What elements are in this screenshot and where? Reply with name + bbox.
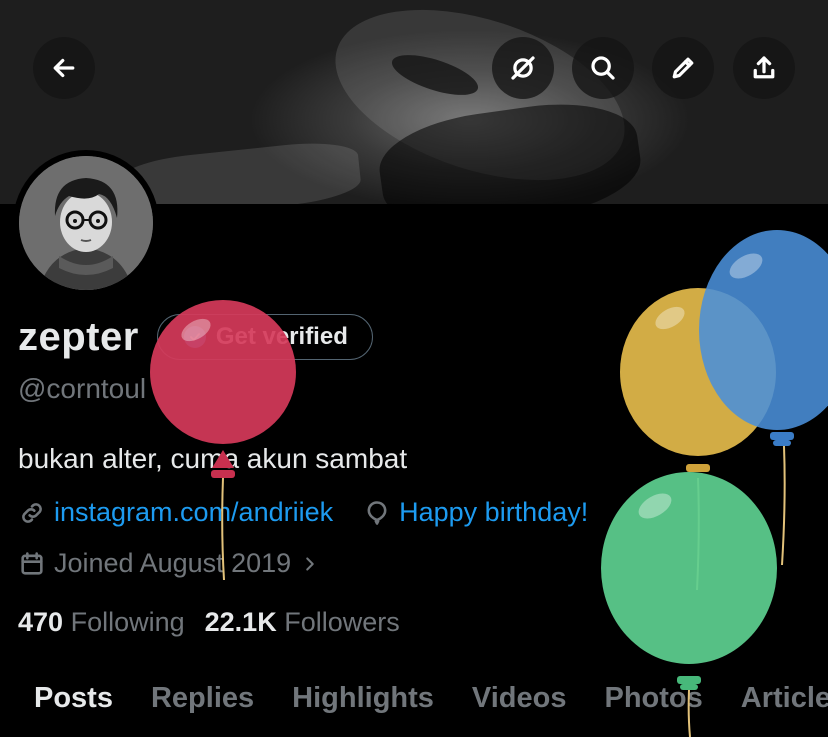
tab-posts[interactable]: Posts xyxy=(34,674,113,737)
followers-link[interactable]: 22.1K Followers xyxy=(205,607,400,638)
tab-articles[interactable]: Articles xyxy=(741,674,828,737)
grok-icon xyxy=(511,56,535,80)
blue-balloon xyxy=(699,230,828,566)
verified-badge-icon xyxy=(183,326,206,348)
following-link[interactable]: 470 Following xyxy=(18,607,185,638)
tab-highlights[interactable]: Highlights xyxy=(292,674,434,737)
link-icon xyxy=(22,502,42,523)
joined-row[interactable]: Joined August 2019 xyxy=(18,548,321,579)
get-verified-label: Get verified xyxy=(215,323,348,350)
share-icon xyxy=(753,56,775,79)
display-name: zepter xyxy=(18,314,139,359)
avatar-image xyxy=(19,156,153,290)
following-label: Following xyxy=(70,607,185,637)
tab-replies[interactable]: Replies xyxy=(151,674,254,737)
balloon-icon xyxy=(367,500,387,525)
birthday-link[interactable]: Happy birthday! xyxy=(399,497,588,528)
edit-icon xyxy=(672,57,694,79)
share-button[interactable] xyxy=(733,37,795,99)
tab-videos[interactable]: Videos xyxy=(472,674,567,737)
grok-button[interactable] xyxy=(492,37,554,99)
get-verified-button[interactable]: Get verified xyxy=(156,314,373,360)
handle: @corntoul xyxy=(18,373,147,404)
joined-date: Joined August 2019 xyxy=(54,548,292,578)
followers-count: 22.1K xyxy=(204,607,277,637)
search-button[interactable] xyxy=(572,37,634,99)
avatar[interactable] xyxy=(13,150,159,296)
search-icon xyxy=(591,56,615,80)
edit-button[interactable] xyxy=(652,37,714,99)
yellow-balloon xyxy=(620,288,776,591)
tab-photos[interactable]: Photos xyxy=(604,674,702,737)
website-link[interactable]: instagram.com/andriiek xyxy=(54,497,333,528)
chevron-right-icon xyxy=(306,556,314,571)
bio: bukan alter, cuma akun sambat xyxy=(18,443,408,474)
followers-label: Followers xyxy=(284,607,400,637)
back-button[interactable] xyxy=(33,37,95,99)
arrow-left-icon xyxy=(53,58,75,78)
following-count: 470 xyxy=(18,607,64,637)
calendar-icon xyxy=(21,551,43,575)
profile-tabs: Posts Replies Highlights Videos Photos A… xyxy=(0,674,828,737)
